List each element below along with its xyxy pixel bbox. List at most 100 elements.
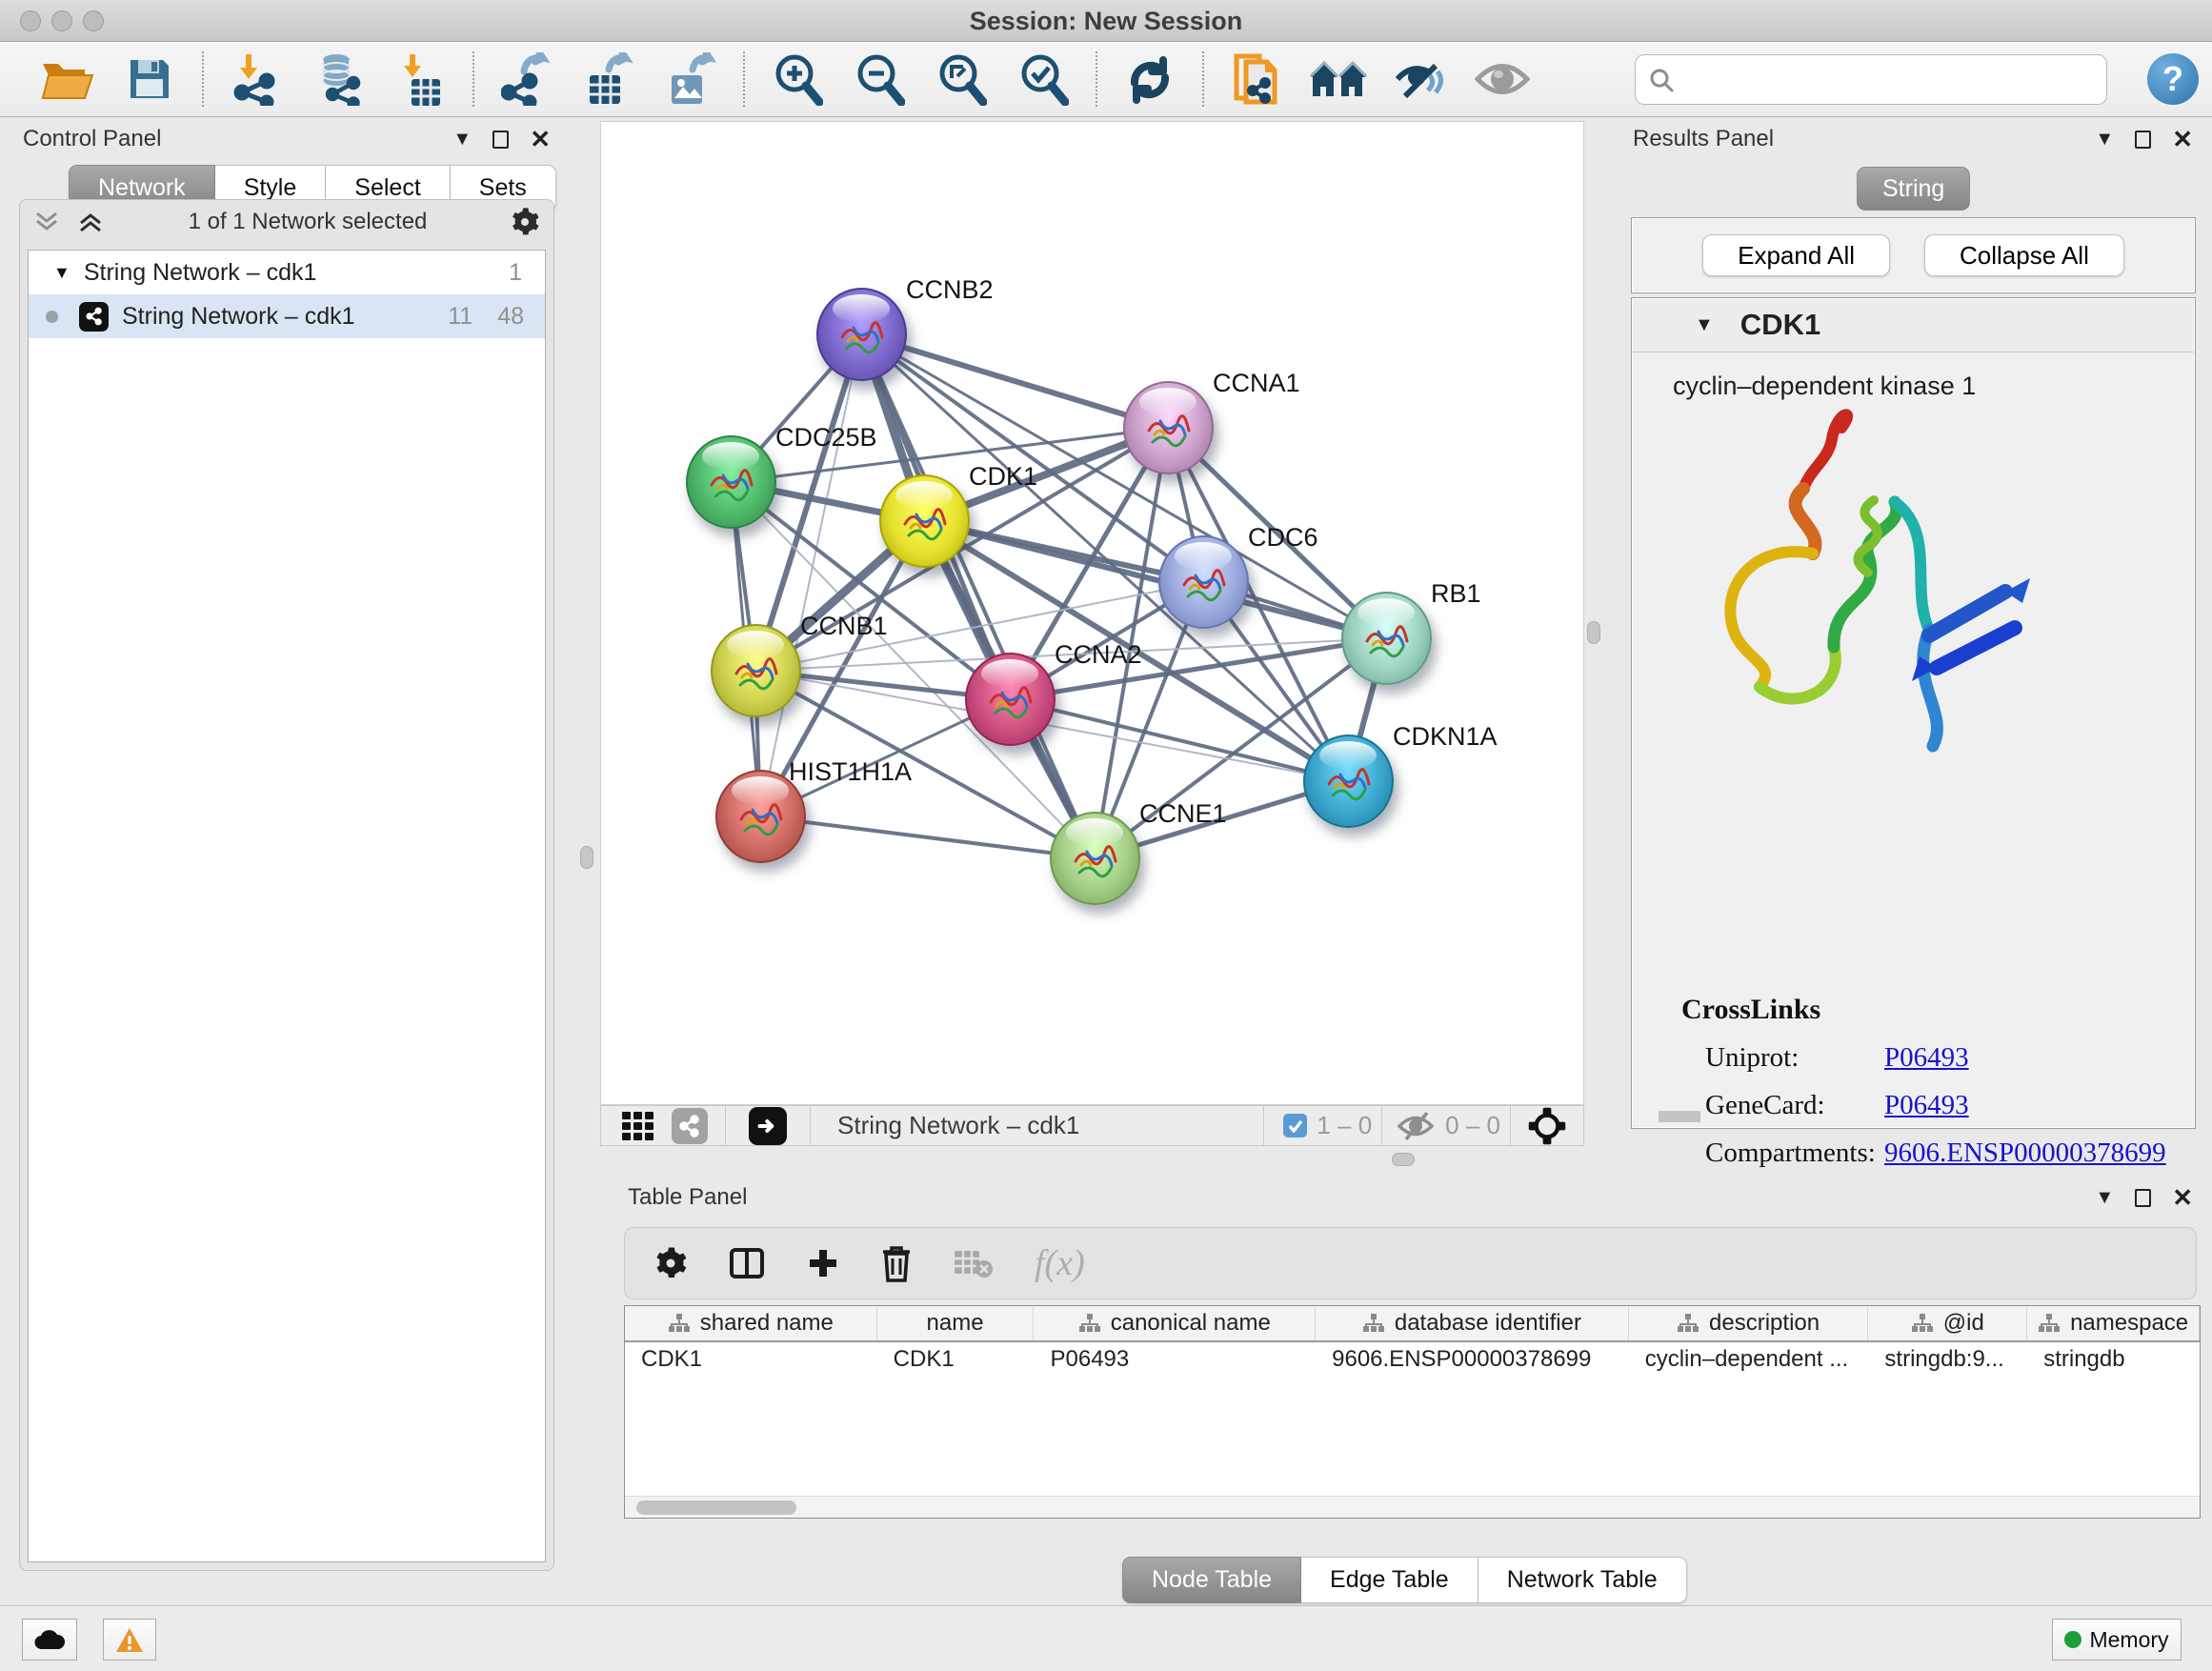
network-tree: ▼ String Network – cdk1 1 String Network… [28,250,546,1562]
panel-close-icon[interactable]: ✕ [2172,127,2193,151]
table-cell[interactable]: stringdb [2027,1342,2200,1377]
zoom-selected-button[interactable] [1002,46,1084,112]
column-header-description[interactable]: description [1629,1306,1869,1340]
zoom-selected-icon [1017,52,1069,106]
eye-slash-icon [1394,56,1447,102]
gear-icon[interactable] [510,207,540,237]
network-view-share-icon[interactable] [672,1108,708,1144]
search-input[interactable] [1683,66,2106,93]
show-columns-icon[interactable] [728,1244,766,1282]
tab-node-table[interactable]: Node Table [1122,1557,1301,1603]
network-node-ccne1[interactable] [1050,812,1140,905]
panel-menu-icon[interactable]: ▼ [2095,130,2114,149]
results-panel-title: Results Panel [1633,126,1774,152]
table-settings-gear-icon[interactable] [654,1246,688,1280]
memory-button[interactable]: Memory [2052,1619,2182,1661]
expand-all-button[interactable]: Expand All [1702,234,1890,276]
birds-eye-view-icon[interactable] [749,1107,787,1145]
crosslink-link[interactable]: 9606.ENSP00000378699 [1884,1137,2166,1169]
import-network-button[interactable] [215,46,297,112]
expand-all-icon[interactable] [77,210,106,234]
results-tab-string[interactable]: String [1857,167,1970,211]
panel-close-icon[interactable]: ✕ [530,127,551,151]
network-node-cdc6[interactable] [1158,535,1249,629]
grid-view-icon[interactable] [616,1104,660,1148]
column-header-@id[interactable]: @id [1868,1306,2027,1340]
column-header-shared-name[interactable]: shared name [625,1306,877,1340]
panel-menu-icon[interactable]: ▼ [2095,1188,2114,1207]
results-scrollbar-thumb[interactable] [1659,1111,1700,1122]
panel-float-icon[interactable] [2135,1189,2151,1207]
network-node-ccna1[interactable] [1123,381,1214,474]
network-node-ccnb2[interactable] [816,288,907,381]
node-label-cdkn1a: CDKN1A [1393,722,1498,752]
home-databases-button[interactable] [1297,46,1379,112]
network-node-ccna2[interactable] [965,653,1056,746]
left-splitter-handle[interactable] [580,846,593,869]
horizontal-splitter-handle[interactable] [1392,1153,1415,1166]
network-canvas[interactable]: CCNB2CCNA1CDC25BCDK1CDC6RB1CCNB1CCNA2CDK… [600,121,1584,1105]
zoom-fit-button[interactable] [920,46,1002,112]
table-cell[interactable]: P06493 [1034,1342,1316,1377]
table-cell[interactable]: CDK1 [625,1342,877,1377]
zoom-in-button[interactable] [756,46,838,112]
table-cell[interactable]: 9606.ENSP00000378699 [1316,1342,1629,1377]
delete-trash-icon[interactable] [880,1244,913,1282]
column-header-name[interactable]: name [877,1306,1035,1340]
network-node-cdc25b[interactable] [686,435,776,529]
tree-caret-icon[interactable]: ▼ [53,263,70,283]
panel-float-icon[interactable] [493,131,509,149]
network-node-rb1[interactable] [1341,592,1432,685]
export-table-button[interactable] [568,46,650,112]
table-hscrollbar-thumb[interactable] [636,1500,796,1515]
table-row[interactable]: CDK1CDK1P064939606.ENSP00000378699cyclin… [625,1342,2200,1377]
panel-menu-icon[interactable]: ▼ [452,130,472,149]
apply-layout-button[interactable] [1109,46,1191,112]
birdseye-target-icon[interactable] [1524,1106,1570,1146]
function-builder-icon-disabled: f(x) [1035,1242,1085,1284]
network-collection-row[interactable]: ▼ String Network – cdk1 1 [29,251,545,294]
collapse-all-icon[interactable] [33,210,62,234]
table-cell[interactable]: cyclin–dependent ... [1629,1342,1869,1377]
import-network-from-database-button[interactable] [297,46,379,112]
section-caret-icon[interactable]: ▼ [1695,314,1714,336]
open-session-button[interactable] [27,46,109,112]
table-panel-tabs: Node TableEdge TableNetwork Table [1122,1557,1687,1603]
network-node-ccnb1[interactable] [711,624,801,717]
table-cell[interactable]: stringdb:9... [1868,1342,2027,1377]
help-button[interactable]: ? [2147,53,2199,105]
column-header-namespace[interactable]: namespace [2027,1306,2200,1340]
hide-glass-button[interactable] [1379,46,1461,112]
export-image-button[interactable] [650,46,732,112]
zoom-out-button[interactable] [838,46,920,112]
network-node-cdk1[interactable] [879,474,970,568]
column-header-database-identifier[interactable]: database identifier [1316,1306,1629,1340]
crosslink-link[interactable]: P06493 [1884,1042,1969,1074]
protein-section-header[interactable]: ▼ CDK1 [1632,298,2195,352]
show-glass-button[interactable] [1461,46,1543,112]
table-cell[interactable]: CDK1 [877,1342,1035,1377]
add-column-icon[interactable] [806,1246,840,1280]
panel-float-icon[interactable] [2135,131,2151,149]
crosslink-label: Uniprot: [1705,1042,1884,1074]
collapse-all-button[interactable]: Collapse All [1924,234,2124,276]
crosslink-link[interactable]: P06493 [1884,1090,1969,1121]
document-share-icon [1231,50,1282,108]
export-network-button[interactable] [486,46,568,112]
tab-network-table[interactable]: Network Table [1478,1557,1687,1603]
network-node-cdkn1a[interactable] [1303,735,1394,828]
results-buttons-box: Expand All Collapse All [1631,217,2196,293]
selected-checkbox[interactable] [1283,1114,1307,1137]
save-session-button[interactable] [109,46,191,112]
right-splitter-handle[interactable] [1587,621,1600,644]
warnings-button[interactable] [103,1619,156,1661]
network-node-count: 11 [448,303,473,331]
toolbar-search [1635,54,2107,105]
network-row[interactable]: String Network – cdk1 11 48 [29,294,545,338]
panel-close-icon[interactable]: ✕ [2172,1185,2193,1210]
string-protein-query-button[interactable] [1216,46,1297,112]
column-header-canonical-name[interactable]: canonical name [1034,1306,1316,1340]
tab-edge-table[interactable]: Edge Table [1301,1557,1478,1603]
cloud-status-button[interactable] [22,1619,77,1661]
import-table-button[interactable] [379,46,461,112]
